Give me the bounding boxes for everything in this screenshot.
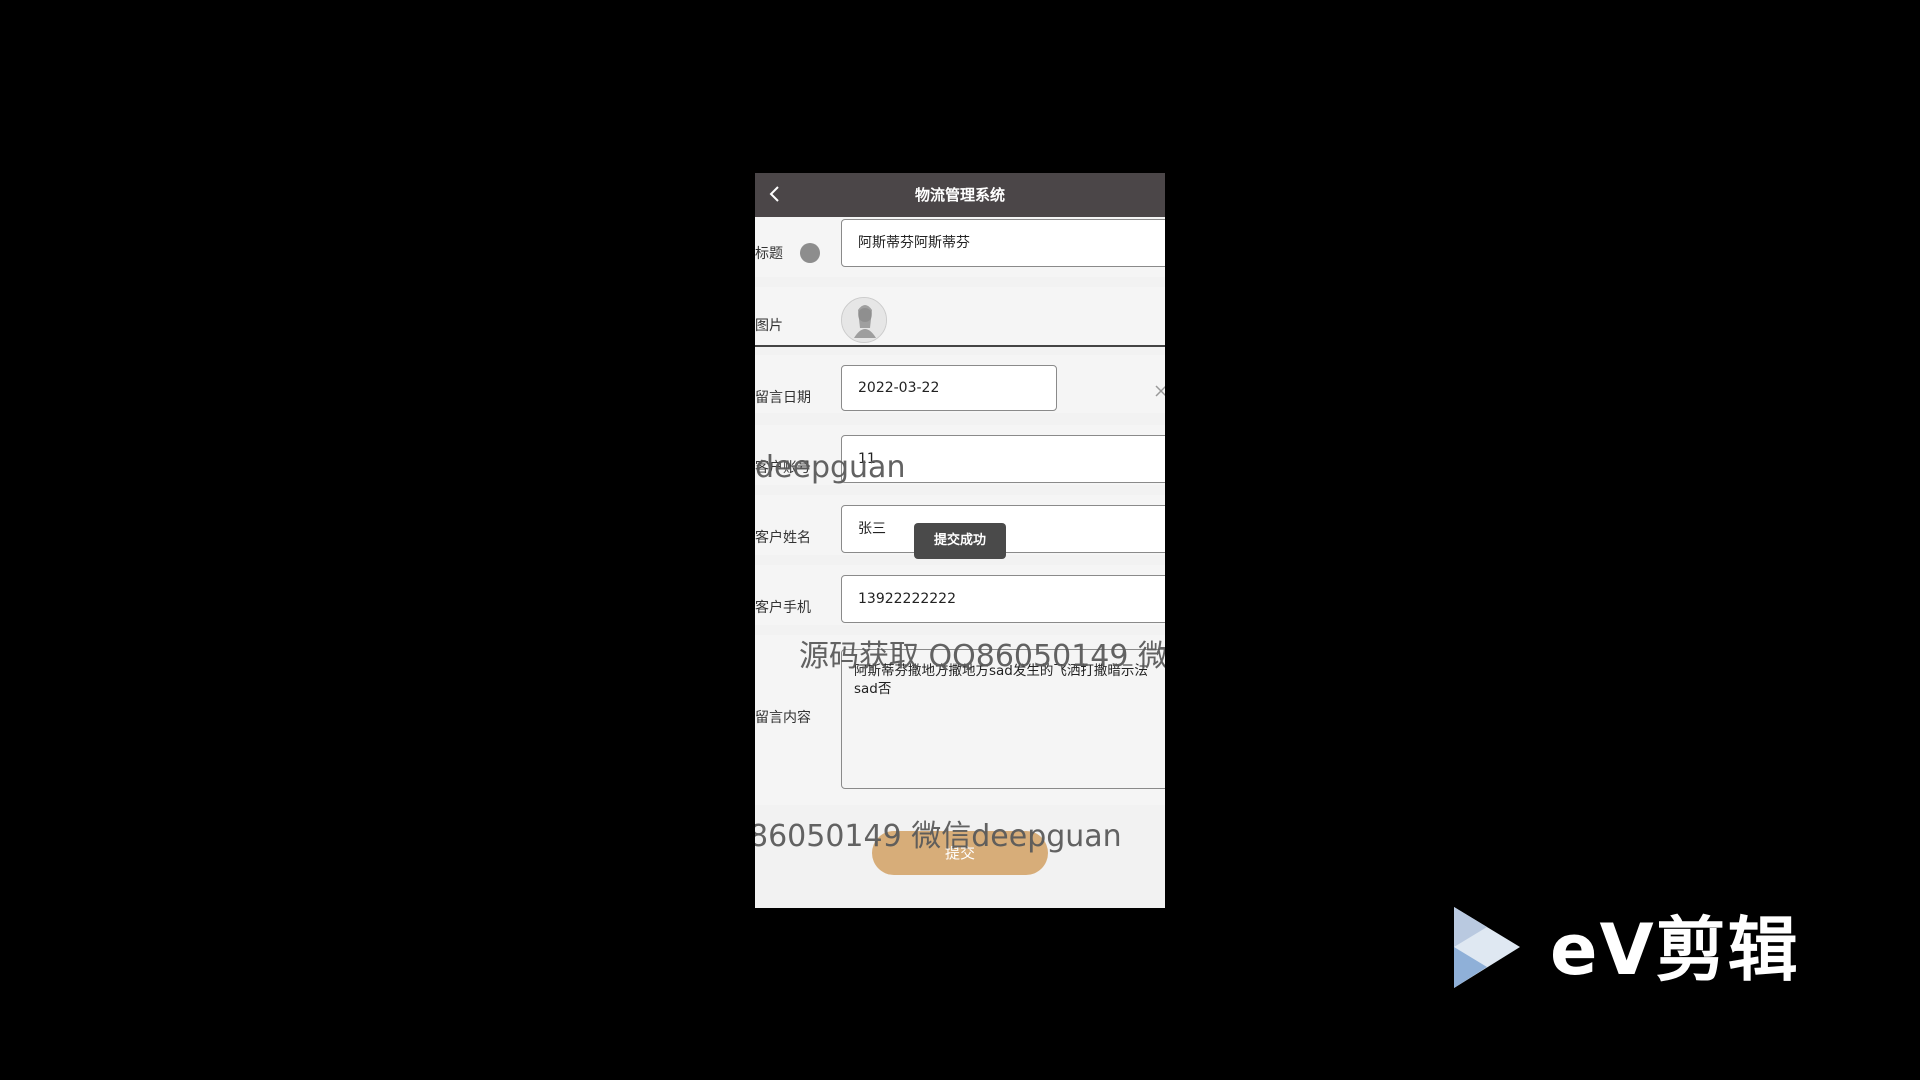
top-bar: 物流管理系统 <box>755 173 1165 217</box>
watermark-text: 86050149 微信deepguan <box>755 819 1122 854</box>
avatar-image[interactable] <box>841 297 887 343</box>
title-input[interactable]: 阿斯蒂芬阿斯蒂芬 <box>841 219 1165 267</box>
form-row-image: 图片 <box>755 287 1165 345</box>
clear-icon[interactable] <box>1155 385 1165 397</box>
name-label: 客户姓名 <box>755 530 811 546</box>
content-label: 留言内容 <box>755 710 811 726</box>
row-divider <box>755 345 1165 347</box>
form-row-title: 标题 阿斯蒂芬阿斯蒂芬 <box>755 217 1165 277</box>
phone-label: 客户手机 <box>755 600 811 616</box>
date-input[interactable]: 2022-03-22 <box>841 365 1057 411</box>
ev-play-logo-icon <box>1454 907 1520 988</box>
image-label: 图片 <box>755 318 783 334</box>
success-toast: 提交成功 <box>914 523 1006 559</box>
form-row-date: 留言日期 2022-03-22 <box>755 355 1165 413</box>
avatar-figure-icon <box>842 298 886 342</box>
ev-brand-text: eV剪辑 <box>1550 909 1800 991</box>
watermark-text: deepguan <box>755 450 906 485</box>
phone-screen: 物流管理系统 标题 阿斯蒂芬阿斯蒂芬 图片 留言日期 2022-03-22 客户… <box>755 173 1165 908</box>
title-label: 标题 <box>755 246 783 262</box>
page-title: 物流管理系统 <box>914 186 1005 204</box>
watermark-text: 源码获取 QQ86050149 微信 <box>799 639 1165 674</box>
radio-dot[interactable] <box>800 243 820 263</box>
phone-input[interactable]: 13922222222 <box>841 575 1165 623</box>
form-row-phone: 客户手机 13922222222 <box>755 565 1165 625</box>
date-label: 留言日期 <box>755 390 811 406</box>
